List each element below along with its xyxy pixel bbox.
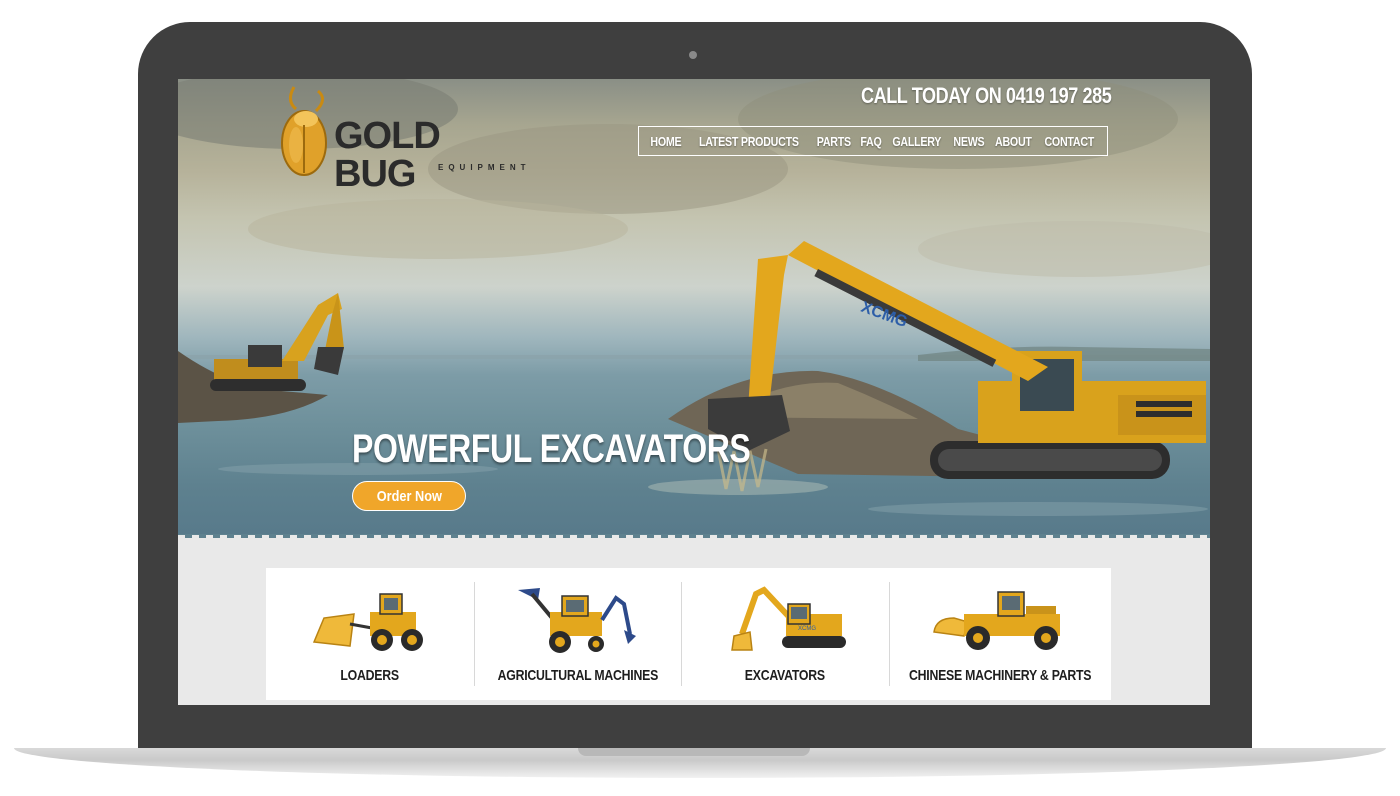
- category-label: AGRICULTURAL MACHINES: [497, 667, 658, 684]
- svg-text:XCMG: XCMG: [798, 626, 816, 632]
- order-now-label: Order Now: [376, 487, 442, 505]
- backhoe-loader-icon: [518, 588, 637, 653]
- main-navigation: HOME LATEST PRODUCTS PARTS FAQ GALLERY N…: [638, 126, 1108, 156]
- category-excavators[interactable]: XCMG EXCAVATORS: [681, 568, 889, 700]
- logo-wordmark: GOLD BUG: [334, 115, 441, 195]
- category-agricultural-machines[interactable]: AGRICULTURAL MACHINES: [473, 568, 682, 700]
- phone-callout[interactable]: CALL TODAY ON 0419 197 285: [861, 83, 1112, 109]
- nav-parts[interactable]: PARTS: [816, 134, 850, 149]
- site-logo[interactable]: GOLD BUG EQUIPMENT: [276, 85, 526, 193]
- nav-home[interactable]: HOME: [650, 134, 681, 149]
- gold-bug-icon: [281, 86, 327, 176]
- edge-line: [178, 534, 1210, 535]
- nav-faq[interactable]: FAQ: [860, 134, 881, 149]
- wheel-loader-icon: [312, 593, 423, 651]
- order-now-button[interactable]: Order Now: [352, 481, 466, 511]
- hero-edge-border: [178, 534, 1210, 544]
- excavator-icon: XCMG: [731, 586, 846, 651]
- nav-gallery[interactable]: GALLERY: [892, 134, 941, 149]
- category-chinese-machinery-parts[interactable]: CHINESE MACHINERY & PARTS: [888, 568, 1111, 700]
- browser-screen: XCMG GOLD BUG EQUIPMENT CALL TODAY ON 04…: [178, 79, 1210, 705]
- nav-about[interactable]: ABOUT: [995, 134, 1032, 149]
- nav-contact[interactable]: CONTACT: [1044, 134, 1094, 149]
- category-strip: LOADERS AGRICULTURAL MACHINES XCMG EXCAV…: [266, 568, 1111, 700]
- category-label: LOADERS: [340, 667, 400, 684]
- nav-news[interactable]: NEWS: [953, 134, 984, 149]
- logo-tagline: EQUIPMENT: [438, 163, 531, 172]
- hero-banner: XCMG GOLD BUG EQUIPMENT CALL TODAY ON 04…: [178, 79, 1210, 541]
- category-label: EXCAVATORS: [744, 667, 825, 684]
- nav-latest-products[interactable]: LATEST PRODUCTS: [699, 134, 799, 149]
- category-label: CHINESE MACHINERY & PARTS: [908, 667, 1091, 684]
- category-loaders[interactable]: LOADERS: [266, 568, 474, 700]
- loader-parts-icon: [933, 591, 1060, 650]
- hero-headline: POWERFUL EXCAVATORS: [352, 427, 751, 471]
- webcam: [689, 51, 697, 59]
- laptop-notch: [578, 748, 810, 756]
